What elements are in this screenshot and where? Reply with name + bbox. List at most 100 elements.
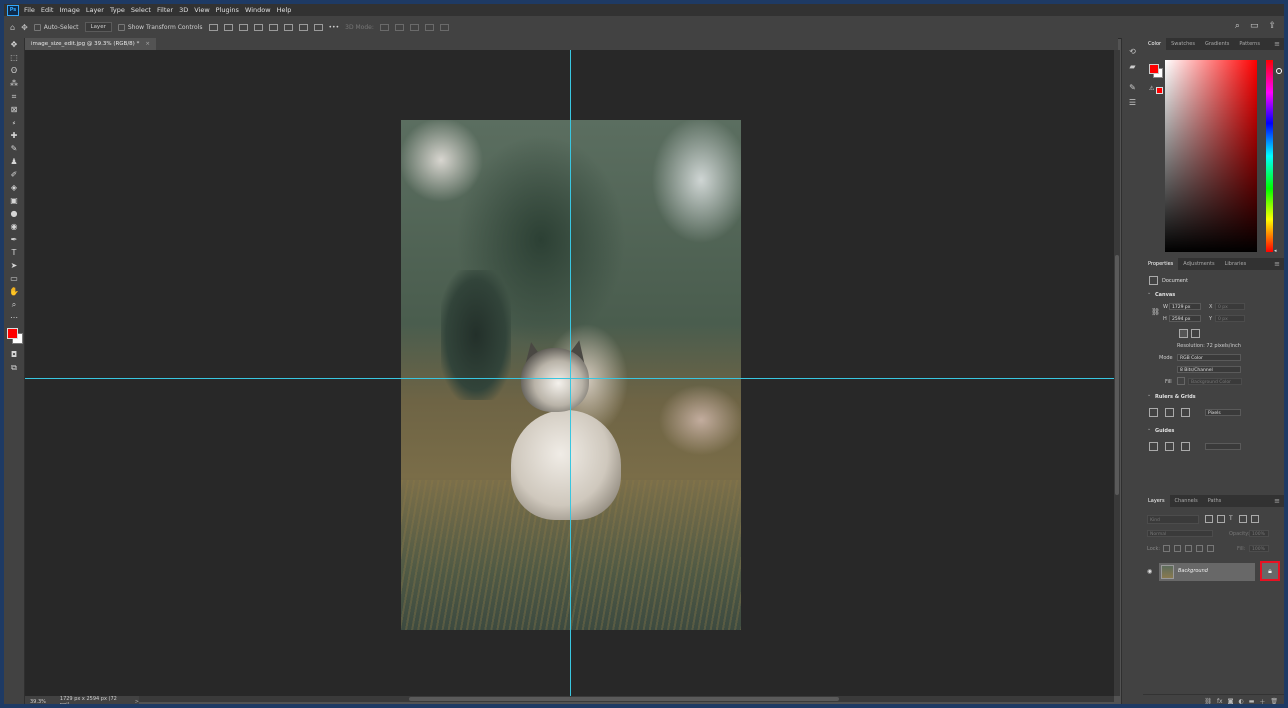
menu-view[interactable]: View (194, 6, 209, 14)
adjustments-panel-icon[interactable]: ☰ (1122, 95, 1143, 110)
landscape-orientation-icon[interactable] (1191, 329, 1200, 338)
more-options-button[interactable]: ••• (329, 24, 340, 31)
fill-dropdown[interactable]: Background Color (1188, 378, 1242, 385)
rectangle-tool-icon[interactable]: ▭ (4, 272, 24, 285)
eyedropper-icon[interactable]: ⸗ (4, 116, 24, 129)
filter-pixel-icon[interactable] (1205, 515, 1213, 523)
quick-mask-icon[interactable]: ◘ (4, 348, 24, 361)
blend-mode-dropdown[interactable]: Normal (1147, 530, 1213, 537)
filter-smart-icon[interactable] (1251, 515, 1259, 523)
chevron-down-icon[interactable]: ⌄ (1147, 426, 1151, 432)
opacity-field[interactable]: 100% (1249, 530, 1269, 537)
tab-gradients[interactable]: Gradients (1200, 38, 1234, 50)
gamut-warning-icon[interactable]: ⚠ (1149, 85, 1154, 92)
mode-dropdown[interactable]: RGB Color (1177, 354, 1241, 361)
menu-help[interactable]: Help (277, 6, 292, 14)
lock-all-icon[interactable] (1207, 545, 1214, 552)
menu-plugins[interactable]: Plugins (216, 6, 239, 14)
lasso-tool-icon[interactable]: ʘ (4, 64, 24, 77)
marquee-tool-icon[interactable]: ⬚ (4, 51, 24, 64)
3d-slide-icon[interactable] (424, 23, 434, 31)
align-top-icon[interactable] (268, 23, 278, 31)
horizontal-guide[interactable] (25, 378, 1114, 379)
lock-position-icon[interactable] (1185, 545, 1192, 552)
lock-artboard-icon[interactable] (1196, 545, 1203, 552)
ruler-icon[interactable] (1149, 408, 1158, 417)
tab-channels[interactable]: Channels (1170, 495, 1203, 507)
hue-slider-handle[interactable]: ◂ (1274, 248, 1277, 254)
menu-edit[interactable]: Edit (41, 6, 54, 14)
menu-type[interactable]: Type (110, 6, 125, 14)
hue-slider[interactable] (1266, 60, 1273, 252)
lock-guides-icon[interactable] (1165, 442, 1174, 451)
menu-filter[interactable]: Filter (157, 6, 173, 14)
link-icon[interactable]: ⛓ (1151, 308, 1160, 316)
eraser-tool-icon[interactable]: ◈ (4, 181, 24, 194)
width-field[interactable]: 1729 px (1169, 303, 1201, 310)
hand-tool-icon[interactable]: ✋ (4, 285, 24, 298)
home-icon[interactable]: ⌂ (10, 23, 15, 32)
color-picker-marker[interactable] (1276, 68, 1282, 74)
3d-roll-icon[interactable] (394, 23, 404, 31)
fill-swatch[interactable] (1177, 377, 1185, 385)
scroll-thumb[interactable] (409, 697, 839, 701)
menu-select[interactable]: Select (131, 6, 151, 14)
show-transform-checkbox[interactable]: Show Transform Controls (117, 23, 203, 31)
blur-tool-icon[interactable]: ● (4, 207, 24, 220)
tab-paths[interactable]: Paths (1203, 495, 1227, 507)
layer-name[interactable]: Background (1178, 568, 1208, 574)
vertical-scrollbar[interactable] (1114, 50, 1120, 696)
bit-depth-dropdown[interactable]: 8 Bits/Channel (1177, 366, 1241, 373)
menu-file[interactable]: File (24, 6, 35, 14)
align-center-icon[interactable] (223, 23, 233, 31)
zoom-tool-icon[interactable]: ⌕ (4, 298, 24, 311)
stamp-tool-icon[interactable]: ♟ (4, 155, 24, 168)
guide-style-dropdown[interactable] (1205, 443, 1241, 450)
document-image[interactable] (401, 120, 741, 630)
guide-layout-icon[interactable] (1149, 442, 1158, 451)
brush-tool-icon[interactable]: ✎ (4, 142, 24, 155)
history-panel-icon[interactable]: ⟲ (1122, 44, 1143, 59)
tab-adjustments[interactable]: Adjustments (1178, 258, 1219, 270)
crop-tool-icon[interactable]: ⌗ (4, 90, 24, 103)
align-right-icon[interactable] (238, 23, 248, 31)
magic-wand-icon[interactable]: ⁂ (4, 77, 24, 90)
grid-icon[interactable] (1165, 408, 1174, 417)
panel-menu-icon[interactable]: ≡ (1274, 258, 1280, 270)
tab-layers[interactable]: Layers (1143, 495, 1170, 507)
gradient-tool-icon[interactable]: ▣ (4, 194, 24, 207)
layer-row-background[interactable]: Background (1159, 563, 1255, 581)
lock-transparent-icon[interactable] (1163, 545, 1170, 552)
tab-color[interactable]: Color (1143, 38, 1167, 50)
height-field[interactable]: 2594 px (1169, 315, 1201, 322)
document-tab[interactable]: image_size_edit.jpg @ 39.3% (RGB/8) * × (25, 38, 156, 50)
tab-patterns[interactable]: Patterns (1234, 38, 1265, 50)
lock-pixels-icon[interactable] (1174, 545, 1181, 552)
visibility-eye-icon[interactable]: ◉ (1147, 568, 1152, 575)
panel-menu-icon[interactable]: ≡ (1274, 495, 1280, 507)
move-tool-icon[interactable]: ✥ (21, 23, 28, 32)
menu-image[interactable]: Image (59, 6, 79, 14)
pen-tool-icon[interactable]: ✒ (4, 233, 24, 246)
pixel-grid-icon[interactable] (1181, 408, 1190, 417)
3d-orbit-icon[interactable] (379, 23, 389, 31)
filter-type-icon[interactable]: T (1229, 515, 1233, 522)
tab-libraries[interactable]: Libraries (1220, 258, 1252, 270)
new-guide-icon[interactable] (1181, 442, 1190, 451)
tab-swatches[interactable]: Swatches (1166, 38, 1200, 50)
color-swatches[interactable] (4, 324, 24, 348)
workspace-icon[interactable]: ▭ (1250, 21, 1259, 31)
panel-menu-icon[interactable]: ≡ (1274, 38, 1280, 50)
portrait-orientation-icon[interactable] (1179, 329, 1188, 338)
y-field[interactable]: 0 px (1215, 315, 1245, 322)
color-field[interactable] (1165, 60, 1282, 252)
layer-thumbnail[interactable] (1161, 565, 1174, 579)
vertical-guide[interactable] (570, 50, 571, 696)
chevron-down-icon[interactable]: ⌄ (1147, 392, 1151, 398)
scroll-thumb[interactable] (1115, 255, 1119, 495)
path-selection-icon[interactable]: ➤ (4, 259, 24, 272)
more-tools-icon[interactable]: ⋯ (4, 311, 24, 324)
chevron-down-icon[interactable]: ⌄ (1147, 290, 1151, 296)
3d-pan-icon[interactable] (409, 23, 419, 31)
x-field[interactable]: 0 px (1215, 303, 1245, 310)
